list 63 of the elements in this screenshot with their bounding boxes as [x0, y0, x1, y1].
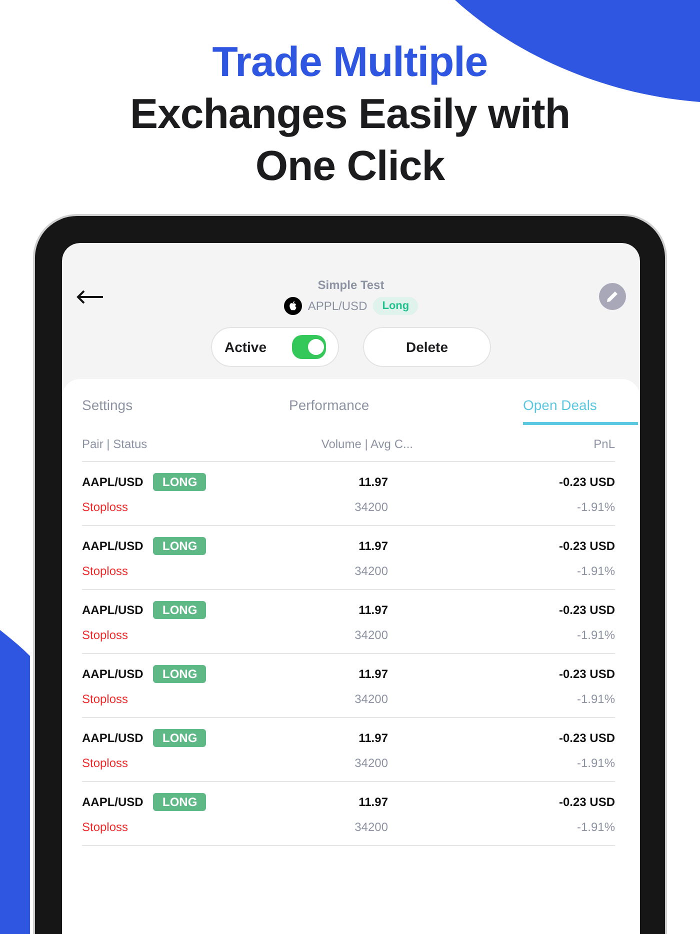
pnl-percent-text: -1.91%: [576, 628, 615, 642]
pnl-text: -0.23 USD: [558, 474, 615, 491]
apple-logo-icon: [284, 297, 302, 315]
bot-title: Simple Test: [318, 278, 384, 292]
pair-text: AAPL/USD: [82, 730, 144, 747]
active-switch-button[interactable]: Active: [211, 327, 339, 367]
column-header: Pair | Status: [82, 437, 148, 451]
pnl-text: -0.23 USD: [558, 602, 615, 619]
pair-text: AAPL/USD: [82, 794, 144, 811]
tab[interactable]: Open Deals: [523, 397, 638, 425]
status-text: Stoploss: [82, 500, 128, 514]
avg-price-text: 34200: [354, 500, 388, 514]
pencil-icon: [606, 290, 619, 303]
headline-text: Exchanges Easily with: [130, 89, 570, 139]
pnl-percent-text: -1.91%: [576, 692, 615, 706]
back-arrow-icon: [76, 288, 104, 304]
avg-price-text: 34200: [354, 820, 388, 834]
pair-text: AAPL/USD: [82, 602, 144, 619]
avg-price-text: 34200: [354, 692, 388, 706]
status-text: Stoploss: [82, 628, 128, 642]
pnl-text: -0.23 USD: [558, 730, 615, 747]
avg-price-text: 34200: [354, 756, 388, 770]
volume-text: 11.97: [358, 538, 388, 555]
status-text: Stoploss: [82, 564, 128, 578]
back-button[interactable]: [76, 288, 104, 304]
pnl-text: -0.23 USD: [558, 794, 615, 811]
side-badge: LONG: [153, 537, 206, 555]
pnl-percent-text: -1.91%: [576, 820, 615, 834]
pair-text: AAPL/USD: [82, 538, 144, 555]
side-badge: LONG: [153, 601, 206, 619]
column-header: Volume | Avg C...: [320, 437, 413, 451]
pnl-percent-text: -1.91%: [576, 500, 615, 514]
side-badge: LONG: [153, 665, 206, 683]
pair-text: AAPL/USD: [82, 474, 144, 491]
pair-label: APPL/USD: [308, 299, 368, 313]
column-header: PnL: [592, 437, 615, 451]
pnl-percent-text: -1.91%: [576, 564, 615, 578]
status-text: Stoploss: [82, 756, 128, 770]
headline-text: Trade Multiple: [212, 37, 488, 87]
pnl-percent-text: -1.91%: [576, 756, 615, 770]
volume-text: 11.97: [358, 730, 388, 747]
pnl-text: -0.23 USD: [558, 538, 615, 555]
pnl-text: -0.23 USD: [558, 666, 615, 683]
active-label: Active: [224, 339, 267, 355]
volume-text: 11.97: [358, 794, 388, 811]
delete-button[interactable]: Delete: [363, 327, 491, 367]
side-badge: LONG: [153, 473, 206, 491]
pair-text: AAPL/USD: [82, 666, 144, 683]
status-text: Stoploss: [82, 692, 128, 706]
headline-text: One Click: [255, 141, 445, 191]
side-badge: LONG: [153, 729, 206, 747]
avg-price-text: 34200: [354, 564, 388, 578]
side-badge: LONG: [153, 793, 206, 811]
status-text: Stoploss: [82, 820, 128, 834]
avg-price-text: 34200: [354, 628, 388, 642]
toggle-switch[interactable]: [292, 335, 326, 359]
side-tag: Long: [373, 297, 418, 315]
volume-text: 11.97: [358, 602, 388, 619]
edit-button[interactable]: [599, 283, 626, 310]
volume-text: 11.97: [358, 666, 388, 683]
tab[interactable]: Settings: [82, 397, 289, 425]
tab[interactable]: Performance: [289, 397, 370, 425]
volume-text: 11.97: [358, 474, 388, 491]
